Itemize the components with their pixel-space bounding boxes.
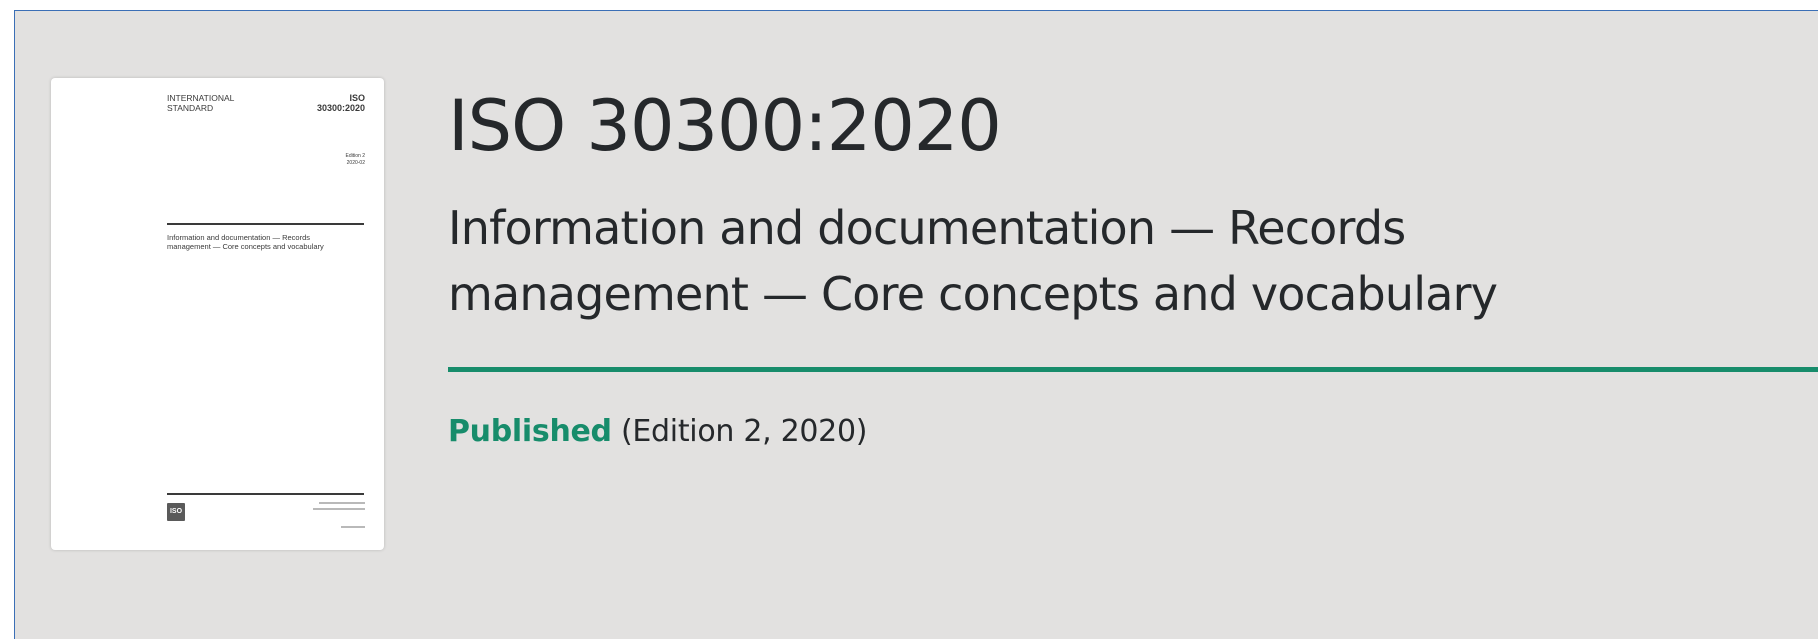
standard-title: Information and documentation — Records … [448,195,1818,327]
status-badge: Published [448,414,612,449]
cover-divider-top [167,223,364,225]
standard-number: ISO 30300:2020 [448,85,1002,167]
publication-status: Published (Edition 2, 2020) [448,410,867,454]
cover-divider-bottom [167,493,364,495]
cover-iso-label: ISO [349,93,365,103]
cover-doc-type-line2: STANDARD [167,103,214,113]
cover-title: Information and documentation — Records … [167,233,324,251]
standard-cover-thumbnail[interactable]: INTERNATIONAL STANDARD ISO 30300:2020 Ed… [51,78,384,550]
standard-title-line1: Information and documentation — Records [448,201,1406,255]
cover-fineprint [313,508,365,510]
title-divider [448,367,1818,372]
cover-iso-code: ISO 30300:2020 [317,93,365,113]
iso-logo-icon: ISO [167,503,185,521]
cover-fineprint [341,526,365,528]
standard-title-line2: management — Core concepts and vocabular… [448,267,1498,321]
cover-fineprint [319,502,365,504]
cover-edition-line1: Edition 2 [345,153,365,159]
standard-header-panel: INTERNATIONAL STANDARD ISO 30300:2020 Ed… [14,10,1818,639]
edition-info: (Edition 2, 2020) [620,414,868,449]
cover-doc-type: INTERNATIONAL STANDARD [167,93,267,113]
cover-number: 30300:2020 [316,103,365,113]
cover-edition-line2: 2020-02 [346,160,365,166]
cover-doc-type-line1: INTERNATIONAL [167,93,235,103]
cover-edition: Edition 2 2020-02 [285,153,365,167]
